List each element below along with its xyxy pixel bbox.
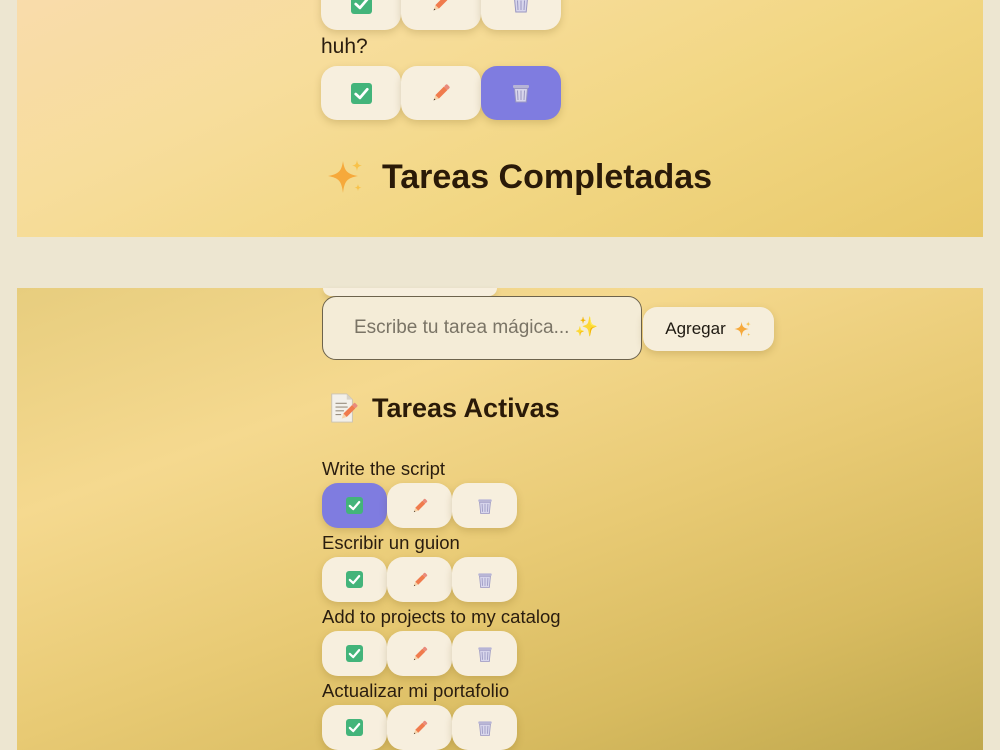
edit-button[interactable] [401, 0, 481, 30]
app-viewport: huh? Tareas Completadas Escribe tu tarea… [0, 0, 1000, 750]
edit-button[interactable] [387, 483, 452, 528]
add-button-label: Agregar [665, 319, 726, 338]
pencil-icon [410, 644, 430, 664]
delete-button[interactable] [481, 66, 561, 120]
trash-icon [475, 644, 495, 664]
task-actions [322, 483, 517, 528]
edit-button[interactable] [387, 705, 452, 750]
delete-button[interactable] [452, 557, 517, 602]
section-title: Tareas Completadas [382, 157, 713, 196]
complete-button[interactable] [322, 631, 387, 676]
task-input-field[interactable] [322, 296, 642, 360]
task-label: Escribir un guion [322, 532, 460, 553]
pencil-icon [429, 81, 453, 105]
edit-button[interactable] [387, 557, 452, 602]
pencil-icon [410, 570, 430, 590]
check-icon [346, 497, 363, 514]
complete-button[interactable] [322, 705, 387, 750]
task-label: Actualizar mi portafolio [322, 680, 510, 701]
check-icon [346, 645, 363, 662]
delete-button[interactable] [452, 631, 517, 676]
memo-icon [327, 391, 359, 425]
trash-icon [475, 718, 495, 738]
trash-icon [475, 496, 495, 516]
check-icon [346, 719, 363, 736]
active-section-heading: Tareas Activas [327, 391, 560, 425]
complete-button[interactable] [322, 483, 387, 528]
task-actions [322, 557, 517, 602]
task-actions [321, 66, 561, 120]
delete-button[interactable] [452, 705, 517, 750]
pencil-icon [429, 0, 453, 15]
pencil-icon [410, 496, 430, 516]
pencil-icon [410, 718, 430, 738]
delete-button[interactable] [481, 0, 561, 30]
task-actions [321, 0, 561, 30]
task-label: huh? [321, 35, 368, 58]
task-input[interactable] [352, 316, 611, 340]
scrolled-element-edge [323, 288, 497, 296]
complete-button[interactable] [321, 66, 401, 120]
check-icon [350, 82, 372, 104]
check-icon [346, 571, 363, 588]
complete-button[interactable] [321, 0, 401, 30]
trash-icon [509, 81, 533, 105]
task-actions [322, 705, 517, 750]
completed-tasks-panel: huh? Tareas Completadas [17, 0, 983, 237]
task-label: Add to projects to my catalog [322, 606, 561, 627]
task-label: Write the script [322, 458, 446, 479]
edit-button[interactable] [387, 631, 452, 676]
check-icon [350, 0, 372, 14]
sparkles-icon [733, 320, 752, 339]
delete-button[interactable] [452, 483, 517, 528]
complete-button[interactable] [322, 557, 387, 602]
sparkles-icon [324, 156, 366, 198]
task-actions [322, 631, 517, 676]
completed-section-heading: Tareas Completadas [324, 156, 712, 198]
section-title: Tareas Activas [372, 392, 560, 423]
add-task-button[interactable]: Agregar [643, 307, 774, 351]
trash-icon [475, 570, 495, 590]
trash-icon [509, 0, 533, 15]
edit-button[interactable] [401, 66, 481, 120]
